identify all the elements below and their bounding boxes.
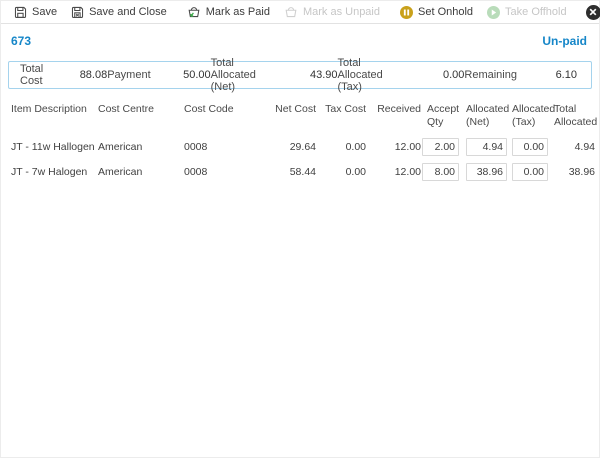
status-badge: Un-paid (542, 34, 587, 48)
table-cell: 0.00 (316, 166, 366, 178)
summary-item: Total Cost 88.08 (20, 63, 107, 87)
allocated-net-input[interactable] (466, 138, 507, 156)
column-header: Allocated (Tax) (507, 103, 548, 129)
allocated-tax-input[interactable] (512, 163, 548, 181)
table-cell: 58.44 (244, 166, 316, 178)
take-offhold-label: Take Offhold (505, 6, 567, 18)
table-cell: 4.94 (548, 141, 595, 153)
column-header: Allocated (Net) (459, 103, 507, 129)
column-header: Net Cost (244, 103, 316, 116)
table-row: JT - 7w HalogenAmerican000858.440.0012.0… (11, 159, 595, 184)
table-body: JT - 11w HallogenAmerican000829.640.0012… (11, 134, 595, 184)
column-header: Item Description (11, 103, 98, 116)
summary-value: 6.10 (543, 69, 577, 81)
summary-item: Payment 50.00 (107, 69, 210, 81)
column-header: Cost Code (184, 103, 244, 116)
summary-item: Total Allocated (Tax) 0.00 (338, 57, 465, 93)
summary-bar: Total Cost88.08Payment50.00Total Allocat… (8, 61, 592, 89)
summary-item: Total Allocated (Net) 43.90 (211, 57, 338, 93)
table-cell: 0008 (184, 141, 244, 153)
accept-qty-input[interactable] (422, 163, 459, 181)
table-header: Item DescriptionCost CentreCost CodeNet … (11, 103, 595, 129)
pause-onhold-icon (400, 6, 413, 19)
allocated-tax-input[interactable] (512, 138, 548, 156)
summary-label: Remaining (464, 69, 517, 81)
cancel-selection-icon[interactable] (586, 5, 600, 20)
summary-label: Total Allocated (Tax) (338, 57, 405, 93)
table-cell: American (98, 166, 184, 178)
table-cell (421, 163, 459, 181)
column-header: Total Allocated (548, 103, 595, 129)
table-row: JT - 11w HallogenAmerican000829.640.0012… (11, 134, 595, 159)
play-offhold-icon (487, 6, 500, 19)
allocated-net-input[interactable] (466, 163, 507, 181)
line-items-table: Item DescriptionCost CentreCost CodeNet … (11, 103, 595, 184)
summary-label: Payment (107, 69, 150, 81)
table-cell: American (98, 141, 184, 153)
column-header: Tax Cost (316, 103, 366, 116)
take-offhold-button: Take Offhold (480, 1, 574, 23)
table-cell (459, 163, 507, 181)
basket-unpaid-icon (284, 5, 298, 19)
save-and-close-icon (71, 6, 84, 19)
mark-as-paid-button[interactable]: Mark as Paid (180, 1, 277, 23)
basket-paid-icon (187, 5, 201, 19)
set-onhold-button[interactable]: Set Onhold (393, 1, 480, 23)
summary-label: Total Cost (20, 63, 47, 87)
mark-as-paid-label: Mark as Paid (206, 6, 270, 18)
document-header: 673 Un-paid (1, 24, 599, 48)
purchase-invoice-window: Save Save and Close Ma (0, 0, 600, 458)
save-button[interactable]: Save (7, 1, 64, 23)
save-button-label: Save (32, 6, 57, 18)
table-cell: JT - 11w Hallogen (11, 141, 98, 153)
column-header: Received (366, 103, 421, 116)
mark-as-unpaid-button: Mark as Unpaid (277, 1, 387, 23)
summary-value: 0.00 (430, 69, 464, 81)
table-cell: 29.64 (244, 141, 316, 153)
column-header: Cost Centre (98, 103, 184, 116)
save-and-close-button-label: Save and Close (89, 6, 167, 18)
table-cell: JT - 7w Halogen (11, 166, 98, 178)
table-cell (507, 163, 548, 181)
summary-value: 43.90 (304, 69, 338, 81)
summary-value: 88.08 (73, 69, 107, 81)
save-and-close-button[interactable]: Save and Close (64, 1, 174, 23)
summary-value: 50.00 (177, 69, 211, 81)
accept-qty-input[interactable] (422, 138, 459, 156)
table-cell (507, 138, 548, 156)
table-cell: 0008 (184, 166, 244, 178)
set-onhold-label: Set Onhold (418, 6, 473, 18)
table-cell (421, 138, 459, 156)
table-cell (459, 138, 507, 156)
mark-as-unpaid-label: Mark as Unpaid (303, 6, 380, 18)
table-cell: 0.00 (316, 141, 366, 153)
toolbar: Save Save and Close Ma (1, 1, 599, 24)
table-cell: 12.00 (366, 141, 421, 153)
summary-label: Total Allocated (Net) (211, 57, 278, 93)
summary-item: Remaining 6.10 (464, 69, 577, 81)
table-cell: 38.96 (548, 166, 595, 178)
column-header: Accept Qty (421, 103, 459, 129)
save-icon (14, 6, 27, 19)
table-cell: 12.00 (366, 166, 421, 178)
document-number: 673 (11, 34, 31, 48)
